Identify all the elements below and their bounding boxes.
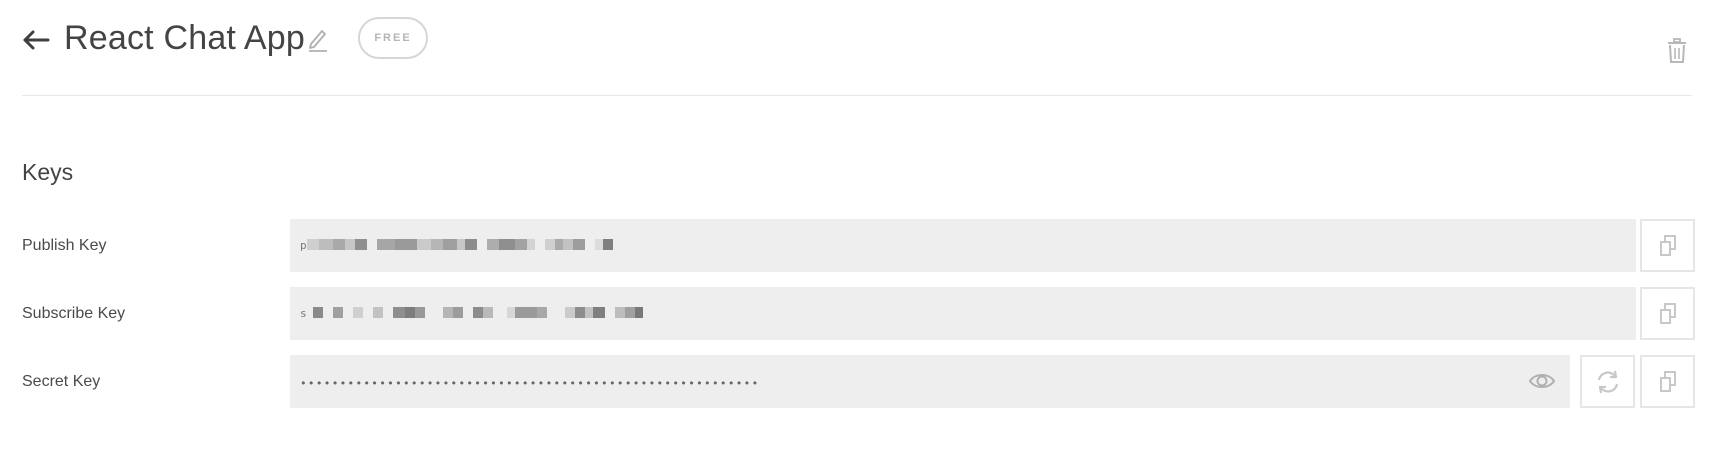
plan-badge: FREE [358, 17, 428, 59]
arrow-left-icon[interactable] [22, 24, 52, 54]
secret-key-field[interactable]: ••••••••••••••••••••••••••••••••••••••••… [290, 355, 1570, 408]
publish-key-redacted-value [306, 238, 613, 250]
subscribe-key-label: Subscribe Key [22, 305, 126, 322]
subscribe-key-prefix: s [300, 307, 307, 320]
copy-secret-key-button[interactable] [1640, 355, 1695, 408]
publish-key-prefix: p [300, 239, 307, 252]
copy-icon [1659, 370, 1676, 392]
copy-subscribe-key-button[interactable] [1640, 287, 1695, 340]
secret-key-row: Secret Key •••••••••••••••••••••••••••••… [0, 355, 1730, 409]
secret-key-label: Secret Key [22, 373, 101, 390]
subscribe-key-redacted-value [307, 306, 643, 318]
app-keys-page: React Chat App FREE Keys Publish Key p S… [0, 0, 1730, 469]
copy-icon [1659, 234, 1676, 256]
subscribe-key-row: Subscribe Key s [0, 287, 1730, 341]
keys-section-title: Keys [22, 159, 74, 185]
secret-key-masked-value: ••••••••••••••••••••••••••••••••••••••••… [300, 377, 760, 390]
pencil-icon[interactable] [306, 26, 330, 52]
subscribe-key-field[interactable]: s [290, 287, 1636, 340]
publish-key-field[interactable]: p [290, 219, 1636, 272]
publish-key-label: Publish Key [22, 237, 107, 254]
page-title: React Chat App [64, 19, 305, 57]
eye-icon[interactable] [1528, 369, 1556, 393]
regenerate-secret-key-button[interactable] [1580, 355, 1635, 408]
page-header: React Chat App FREE [22, 0, 1692, 96]
copy-publish-key-button[interactable] [1640, 219, 1695, 272]
refresh-icon [1597, 370, 1618, 393]
copy-icon [1659, 302, 1676, 324]
publish-key-row: Publish Key p [0, 219, 1730, 273]
trash-icon[interactable] [1666, 38, 1688, 64]
